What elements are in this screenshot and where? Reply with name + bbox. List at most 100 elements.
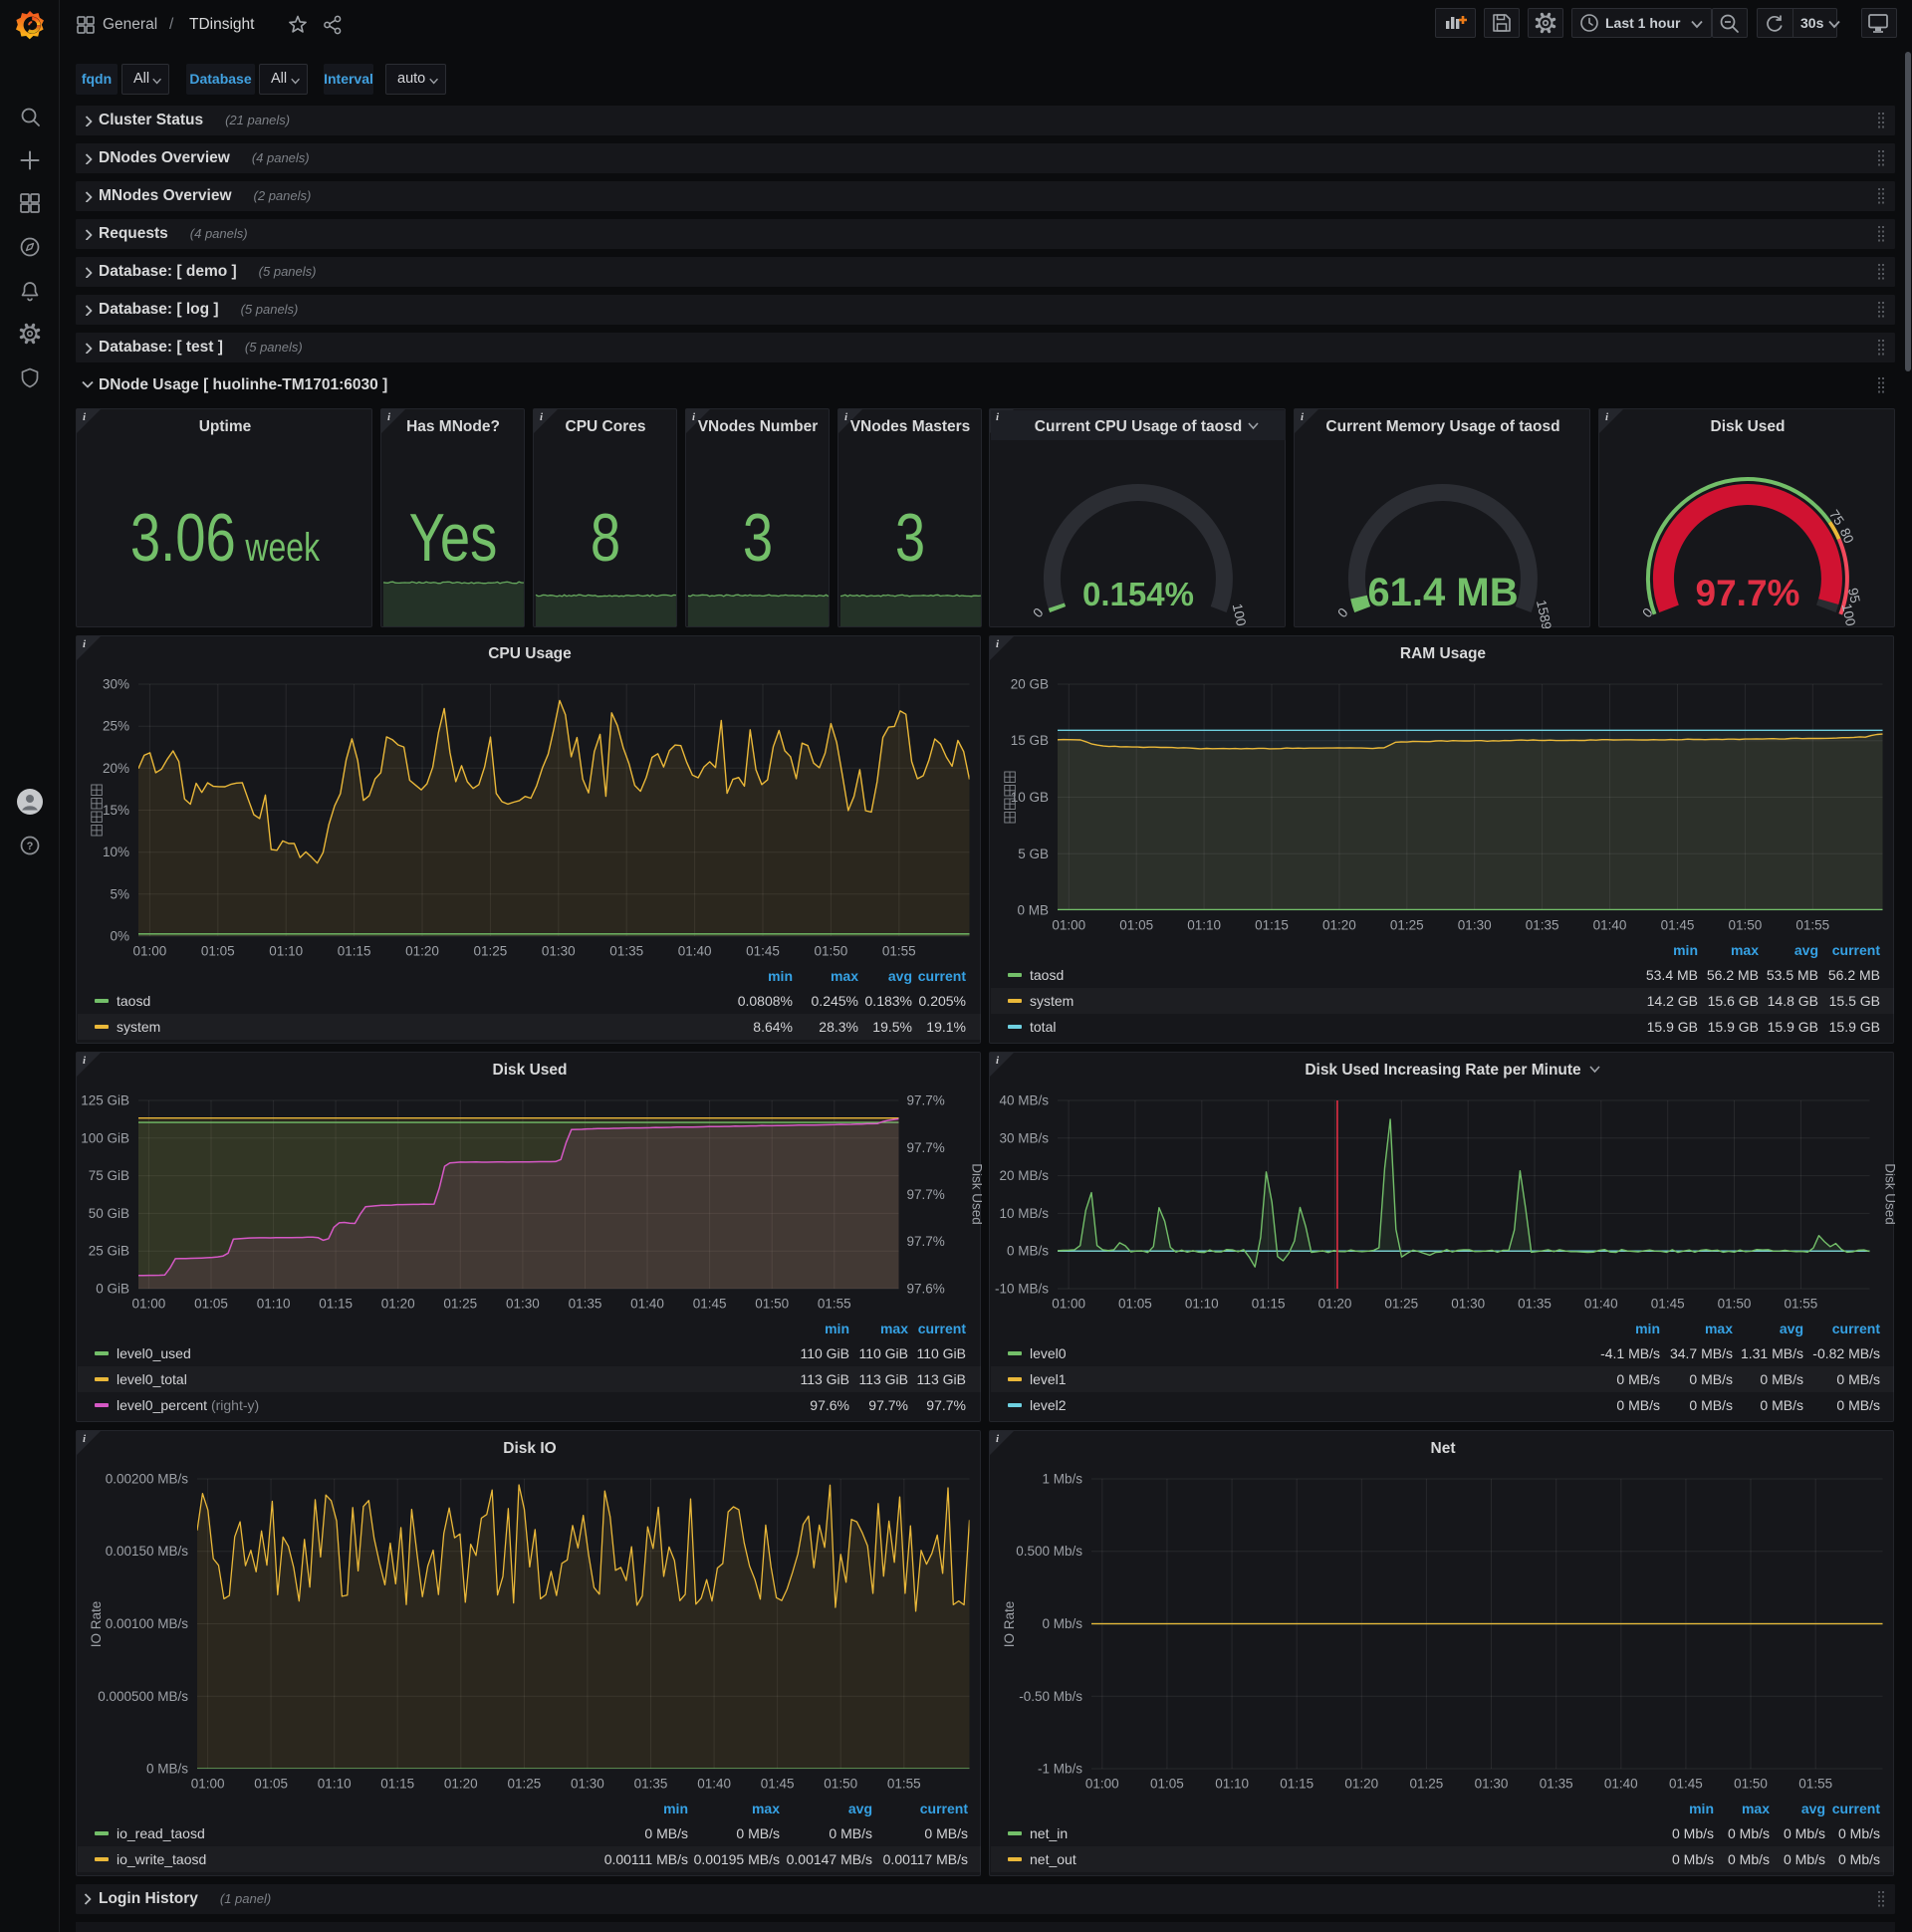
svg-text:Current Memory Usage of taosd: Current Memory Usage of taosd bbox=[1325, 418, 1559, 435]
svg-text:Disk Used: Disk Used bbox=[493, 1062, 568, 1079]
svg-text:97.7%: 97.7% bbox=[1696, 573, 1800, 613]
svg-text:01:30: 01:30 bbox=[1458, 918, 1492, 933]
svg-text:01:25: 01:25 bbox=[1384, 1297, 1418, 1312]
svg-text:Has MNode?: Has MNode? bbox=[406, 418, 500, 435]
svg-text:0 MB/s: 0 MB/s bbox=[1689, 1397, 1733, 1413]
svg-text:Disk Used: Disk Used bbox=[1711, 418, 1786, 435]
svg-text:Disk Used: Disk Used bbox=[969, 1163, 982, 1225]
svg-text:CPU Usage: CPU Usage bbox=[488, 645, 572, 662]
svg-text:53.5 MB: 53.5 MB bbox=[1767, 967, 1818, 983]
svg-text:01:30: 01:30 bbox=[571, 1777, 604, 1792]
svg-text:avg: avg bbox=[848, 1801, 872, 1816]
svg-text:01:45: 01:45 bbox=[693, 1297, 727, 1312]
svg-text:01:45: 01:45 bbox=[1661, 918, 1695, 933]
svg-text:01:50: 01:50 bbox=[824, 1777, 857, 1792]
svg-text:01:30: 01:30 bbox=[1451, 1297, 1485, 1312]
svg-text:01:30: 01:30 bbox=[506, 1297, 540, 1312]
svg-text:97.7%: 97.7% bbox=[907, 1187, 945, 1202]
svg-text:01:30: 01:30 bbox=[542, 944, 576, 959]
svg-text:01:25: 01:25 bbox=[474, 944, 508, 959]
svg-text:5 GB: 5 GB bbox=[1018, 846, 1049, 861]
svg-text:01:10: 01:10 bbox=[269, 944, 303, 959]
svg-text:Disk Used Increasing Rate per: Disk Used Increasing Rate per Minute bbox=[1305, 1062, 1581, 1079]
svg-text:97.7%: 97.7% bbox=[868, 1397, 908, 1413]
svg-text:01:35: 01:35 bbox=[569, 1297, 602, 1312]
svg-text:01:25: 01:25 bbox=[508, 1777, 542, 1792]
svg-text:max: max bbox=[752, 1801, 780, 1816]
svg-text:01:35: 01:35 bbox=[1518, 1297, 1552, 1312]
svg-text:level0_used: level0_used bbox=[117, 1345, 191, 1361]
svg-text:01:00: 01:00 bbox=[1052, 1297, 1085, 1312]
svg-text:0 MB/s: 0 MB/s bbox=[736, 1825, 780, 1841]
svg-text:97.7%: 97.7% bbox=[926, 1397, 966, 1413]
svg-text:0 MB/s: 0 MB/s bbox=[1760, 1397, 1803, 1413]
svg-text:15 GB: 15 GB bbox=[1011, 733, 1049, 748]
svg-text:0.00200 MB/s: 0.00200 MB/s bbox=[106, 1472, 189, 1487]
svg-text:max: max bbox=[880, 1321, 908, 1336]
svg-text:min: min bbox=[825, 1321, 849, 1336]
svg-text:current: current bbox=[1832, 1321, 1881, 1336]
svg-text:01:55: 01:55 bbox=[1795, 918, 1829, 933]
svg-text:110 GiB: 110 GiB bbox=[858, 1345, 908, 1361]
svg-text:IO Rate: IO Rate bbox=[89, 1601, 104, 1648]
svg-text:net_in: net_in bbox=[1030, 1825, 1068, 1841]
svg-text:01:10: 01:10 bbox=[1215, 1777, 1249, 1792]
svg-text:0.0808%: 0.0808% bbox=[738, 993, 793, 1009]
svg-text:01:45: 01:45 bbox=[1669, 1777, 1703, 1792]
svg-text:level0_percent (right-y): level0_percent (right-y) bbox=[117, 1397, 259, 1413]
svg-text:97.7%: 97.7% bbox=[907, 1234, 945, 1249]
svg-text:34.7 MB/s: 34.7 MB/s bbox=[1670, 1345, 1733, 1361]
svg-text:-0.50 Mb/s: -0.50 Mb/s bbox=[1019, 1689, 1082, 1704]
svg-text:Uptime: Uptime bbox=[199, 418, 252, 435]
svg-text:0 GiB: 0 GiB bbox=[96, 1282, 129, 1297]
svg-text:0: 0 bbox=[1030, 605, 1046, 621]
svg-text:19.1%: 19.1% bbox=[926, 1019, 966, 1035]
svg-text:20%: 20% bbox=[103, 761, 129, 776]
svg-text:0 Mb/s: 0 Mb/s bbox=[1672, 1825, 1714, 1841]
svg-text:01:20: 01:20 bbox=[1322, 918, 1356, 933]
svg-text:01:55: 01:55 bbox=[887, 1777, 921, 1792]
svg-text:01:40: 01:40 bbox=[1593, 918, 1627, 933]
svg-text:01:40: 01:40 bbox=[678, 944, 712, 959]
svg-text:0 Mb/s: 0 Mb/s bbox=[1838, 1825, 1880, 1841]
svg-text:0 MB/s: 0 MB/s bbox=[1836, 1397, 1880, 1413]
svg-text:113 GiB: 113 GiB bbox=[800, 1371, 849, 1387]
svg-text:current: current bbox=[1832, 1801, 1881, 1816]
svg-text:level0_total: level0_total bbox=[117, 1371, 187, 1387]
svg-text:Disk Used: Disk Used bbox=[1882, 1163, 1895, 1225]
svg-text:30%: 30% bbox=[103, 677, 129, 692]
svg-text:0 MB/s: 0 MB/s bbox=[1760, 1371, 1803, 1387]
svg-text:56.2 MB: 56.2 MB bbox=[1707, 967, 1759, 983]
svg-text:14.2 GB: 14.2 GB bbox=[1647, 993, 1698, 1009]
svg-text:01:20: 01:20 bbox=[405, 944, 439, 959]
svg-text:97.7%: 97.7% bbox=[907, 1140, 945, 1155]
svg-text:20 MB/s: 20 MB/s bbox=[999, 1168, 1049, 1183]
svg-text:01:00: 01:00 bbox=[133, 944, 167, 959]
svg-text:01:40: 01:40 bbox=[630, 1297, 664, 1312]
svg-text:taosd: taosd bbox=[1030, 967, 1064, 983]
svg-text:01:15: 01:15 bbox=[1255, 918, 1289, 933]
svg-text:max: max bbox=[1742, 1801, 1770, 1816]
svg-text:Disk IO: Disk IO bbox=[503, 1440, 556, 1457]
svg-text:100: 100 bbox=[1839, 603, 1858, 627]
svg-text:01:05: 01:05 bbox=[201, 944, 235, 959]
svg-text:current: current bbox=[918, 968, 967, 984]
svg-text:0 MB/s: 0 MB/s bbox=[1616, 1397, 1660, 1413]
svg-text:01:55: 01:55 bbox=[818, 1297, 851, 1312]
svg-text:5%: 5% bbox=[110, 886, 129, 901]
svg-text:01:10: 01:10 bbox=[1187, 918, 1221, 933]
svg-text:total: total bbox=[1030, 1019, 1056, 1035]
svg-text:01:50: 01:50 bbox=[1729, 918, 1763, 933]
svg-text:01:15: 01:15 bbox=[319, 1297, 353, 1312]
svg-text:level2: level2 bbox=[1030, 1397, 1067, 1413]
svg-text:97.7%: 97.7% bbox=[907, 1093, 945, 1108]
svg-text:min: min bbox=[1689, 1801, 1714, 1816]
svg-text:01:35: 01:35 bbox=[1540, 1777, 1573, 1792]
svg-text:15.9 GB: 15.9 GB bbox=[1708, 1019, 1759, 1035]
svg-text:01:05: 01:05 bbox=[1119, 918, 1153, 933]
svg-text:0 MB/s: 0 MB/s bbox=[829, 1825, 872, 1841]
svg-text:01:40: 01:40 bbox=[1584, 1297, 1618, 1312]
svg-text:0.00100 MB/s: 0.00100 MB/s bbox=[106, 1616, 189, 1631]
svg-text:0 Mb/s: 0 Mb/s bbox=[1728, 1825, 1770, 1841]
svg-text:01:45: 01:45 bbox=[1651, 1297, 1685, 1312]
